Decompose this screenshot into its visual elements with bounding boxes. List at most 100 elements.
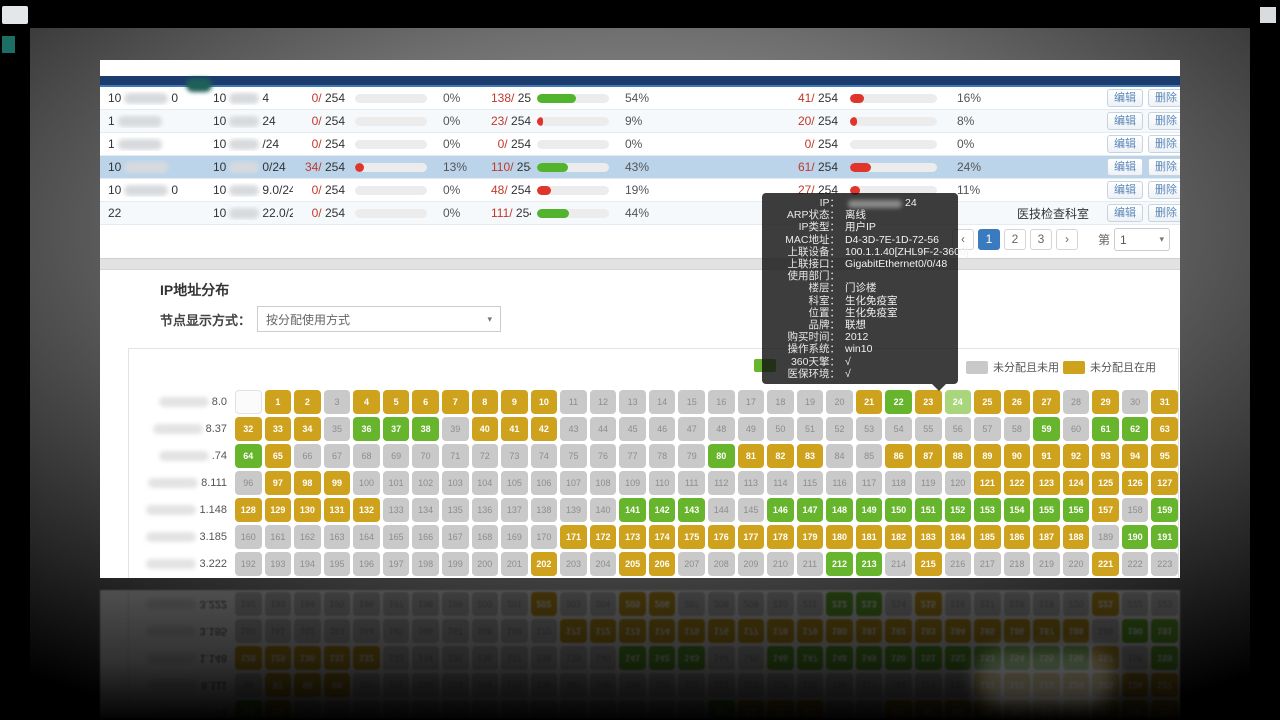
ip-cell[interactable]: 210 xyxy=(767,552,794,576)
ip-cell[interactable]: 22 xyxy=(885,390,912,414)
ip-cell[interactable]: 108 xyxy=(590,471,617,495)
ip-cell[interactable]: 212 xyxy=(826,552,853,576)
ip-cell[interactable]: 140 xyxy=(590,498,617,522)
ip-cell[interactable]: 156 xyxy=(1063,498,1090,522)
ip-cell[interactable]: 57 xyxy=(974,417,1001,441)
ip-cell[interactable]: 138 xyxy=(531,498,558,522)
delete-button[interactable]: 删除 xyxy=(1148,135,1180,153)
ip-cell[interactable] xyxy=(235,390,262,414)
ip-cell[interactable]: 41 xyxy=(501,417,528,441)
ip-cell[interactable]: 47 xyxy=(678,417,705,441)
ip-cell[interactable]: 30 xyxy=(1122,390,1149,414)
ip-cell[interactable]: 167 xyxy=(442,525,469,549)
ip-cell[interactable]: 82 xyxy=(767,444,794,468)
ip-cell[interactable]: 182 xyxy=(885,525,912,549)
ip-cell[interactable]: 189 xyxy=(1092,525,1119,549)
ip-cell[interactable]: 217 xyxy=(974,552,1001,576)
ip-cell[interactable]: 91 xyxy=(1033,444,1060,468)
ip-cell[interactable]: 206 xyxy=(649,552,676,576)
ip-cell[interactable]: 14 xyxy=(649,390,676,414)
ip-cell[interactable]: 39 xyxy=(442,417,469,441)
ip-cell[interactable]: 74 xyxy=(531,444,558,468)
ip-cell[interactable]: 150 xyxy=(885,498,912,522)
ip-cell[interactable]: 10 xyxy=(531,390,558,414)
ip-cell[interactable]: 104 xyxy=(472,471,499,495)
ip-cell[interactable]: 45 xyxy=(619,417,646,441)
ip-cell[interactable]: 88 xyxy=(945,444,972,468)
table-row[interactable]: 110240/ 2540%23/ 2549%20/ 2548%编辑删除当前异常 xyxy=(100,110,1180,133)
page-button[interactable]: 2 xyxy=(1004,229,1026,250)
ip-cell[interactable]: 125 xyxy=(1092,471,1119,495)
ip-cell[interactable]: 186 xyxy=(1004,525,1031,549)
ip-cell[interactable]: 146 xyxy=(767,498,794,522)
ip-cell[interactable]: 139 xyxy=(560,498,587,522)
ip-cell[interactable]: 44 xyxy=(590,417,617,441)
ip-cell[interactable]: 130 xyxy=(294,498,321,522)
ip-cell[interactable]: 20 xyxy=(826,390,853,414)
ip-cell[interactable]: 142 xyxy=(649,498,676,522)
ip-cell[interactable]: 77 xyxy=(619,444,646,468)
ip-cell[interactable]: 78 xyxy=(649,444,676,468)
ip-cell[interactable]: 18 xyxy=(767,390,794,414)
ip-cell[interactable]: 135 xyxy=(442,498,469,522)
ip-cell[interactable]: 2 xyxy=(294,390,321,414)
ip-cell[interactable]: 43 xyxy=(560,417,587,441)
ip-cell[interactable]: 93 xyxy=(1092,444,1119,468)
display-mode-select[interactable]: 按分配使用方式 ▾ xyxy=(257,306,501,332)
ip-cell[interactable]: 148 xyxy=(826,498,853,522)
ip-cell[interactable]: 174 xyxy=(649,525,676,549)
ip-cell[interactable]: 48 xyxy=(708,417,735,441)
ip-cell[interactable]: 171 xyxy=(560,525,587,549)
ip-cell[interactable]: 176 xyxy=(708,525,735,549)
ip-cell[interactable]: 37 xyxy=(383,417,410,441)
ip-cell[interactable]: 42 xyxy=(531,417,558,441)
ip-cell[interactable]: 207 xyxy=(678,552,705,576)
ip-cell[interactable]: 86 xyxy=(885,444,912,468)
delete-button[interactable]: 删除 xyxy=(1148,158,1180,176)
ip-cell[interactable]: 199 xyxy=(442,552,469,576)
ip-cell[interactable]: 159 xyxy=(1151,498,1178,522)
ip-cell[interactable]: 109 xyxy=(619,471,646,495)
ip-cell[interactable]: 158 xyxy=(1122,498,1149,522)
ip-cell[interactable]: 188 xyxy=(1063,525,1090,549)
ip-cell[interactable]: 95 xyxy=(1151,444,1178,468)
ip-cell[interactable]: 220 xyxy=(1063,552,1090,576)
ip-cell[interactable]: 175 xyxy=(678,525,705,549)
delete-button[interactable]: 删除 xyxy=(1148,112,1180,130)
ip-cell[interactable]: 221 xyxy=(1092,552,1119,576)
ip-cell[interactable]: 117 xyxy=(856,471,883,495)
ip-cell[interactable]: 72 xyxy=(472,444,499,468)
ip-cell[interactable]: 97 xyxy=(265,471,292,495)
ip-cell[interactable]: 19 xyxy=(797,390,824,414)
ip-cell[interactable]: 92 xyxy=(1063,444,1090,468)
edit-button[interactable]: 编辑 xyxy=(1107,135,1143,153)
ip-cell[interactable]: 165 xyxy=(383,525,410,549)
table-row[interactable]: 110/240/ 2540%0/ 2540%0/ 2540%编辑删除当前异常 xyxy=(100,133,1180,156)
ip-cell[interactable]: 194 xyxy=(294,552,321,576)
ip-cell[interactable]: 36 xyxy=(353,417,380,441)
ip-cell[interactable]: 134 xyxy=(412,498,439,522)
ip-cell[interactable]: 33 xyxy=(265,417,292,441)
ip-cell[interactable]: 169 xyxy=(501,525,528,549)
ip-cell[interactable]: 83 xyxy=(797,444,824,468)
ip-cell[interactable]: 102 xyxy=(412,471,439,495)
ip-cell[interactable]: 115 xyxy=(797,471,824,495)
ip-cell[interactable]: 202 xyxy=(531,552,558,576)
ip-cell[interactable]: 25 xyxy=(974,390,1001,414)
ip-cell[interactable]: 7 xyxy=(442,390,469,414)
ip-cell[interactable]: 124 xyxy=(1063,471,1090,495)
ip-cell[interactable]: 222 xyxy=(1122,552,1149,576)
ip-cell[interactable]: 121 xyxy=(974,471,1001,495)
ip-cell[interactable]: 131 xyxy=(324,498,351,522)
ip-cell[interactable]: 195 xyxy=(324,552,351,576)
ip-cell[interactable]: 49 xyxy=(738,417,765,441)
ip-cell[interactable]: 129 xyxy=(265,498,292,522)
ip-cell[interactable]: 132 xyxy=(353,498,380,522)
ip-cell[interactable]: 59 xyxy=(1033,417,1060,441)
ip-cell[interactable]: 73 xyxy=(501,444,528,468)
delete-button[interactable]: 删除 xyxy=(1148,204,1180,222)
table-row[interactable]: 1001040/ 2540%138/ 25454%41/ 25416%编辑删除当… xyxy=(100,87,1180,110)
ip-cell[interactable]: 153 xyxy=(974,498,1001,522)
ip-cell[interactable]: 157 xyxy=(1092,498,1119,522)
ip-cell[interactable]: 145 xyxy=(738,498,765,522)
